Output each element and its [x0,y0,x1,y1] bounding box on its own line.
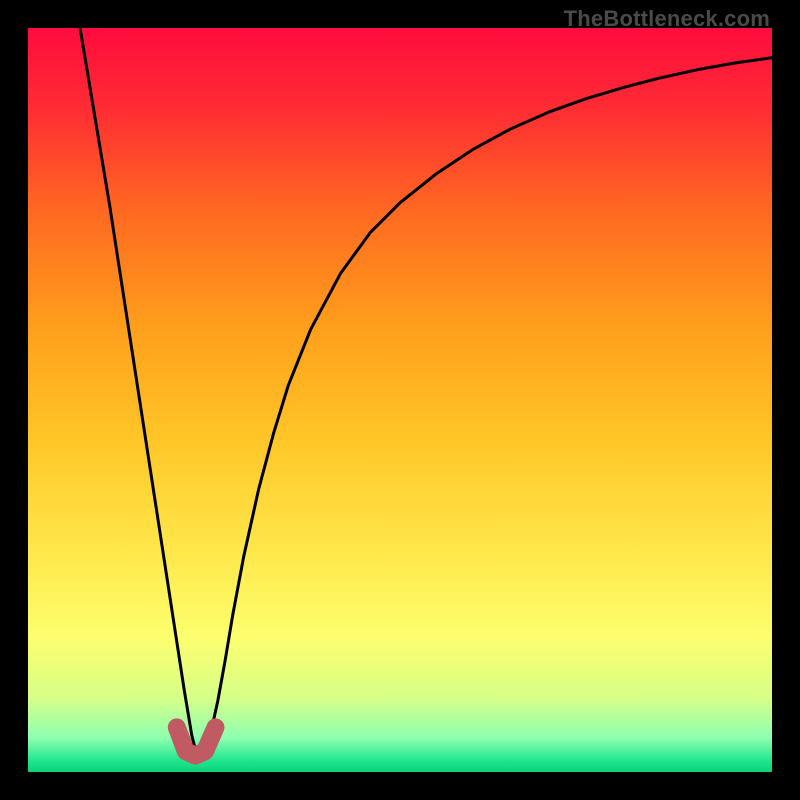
u-marker-icon [177,727,216,755]
plot-area [28,28,772,772]
watermark-text: TheBottleneck.com [564,6,770,32]
outer-frame: TheBottleneck.com [0,0,800,800]
curve-svg [28,28,772,772]
bottleneck-curve [80,28,772,750]
